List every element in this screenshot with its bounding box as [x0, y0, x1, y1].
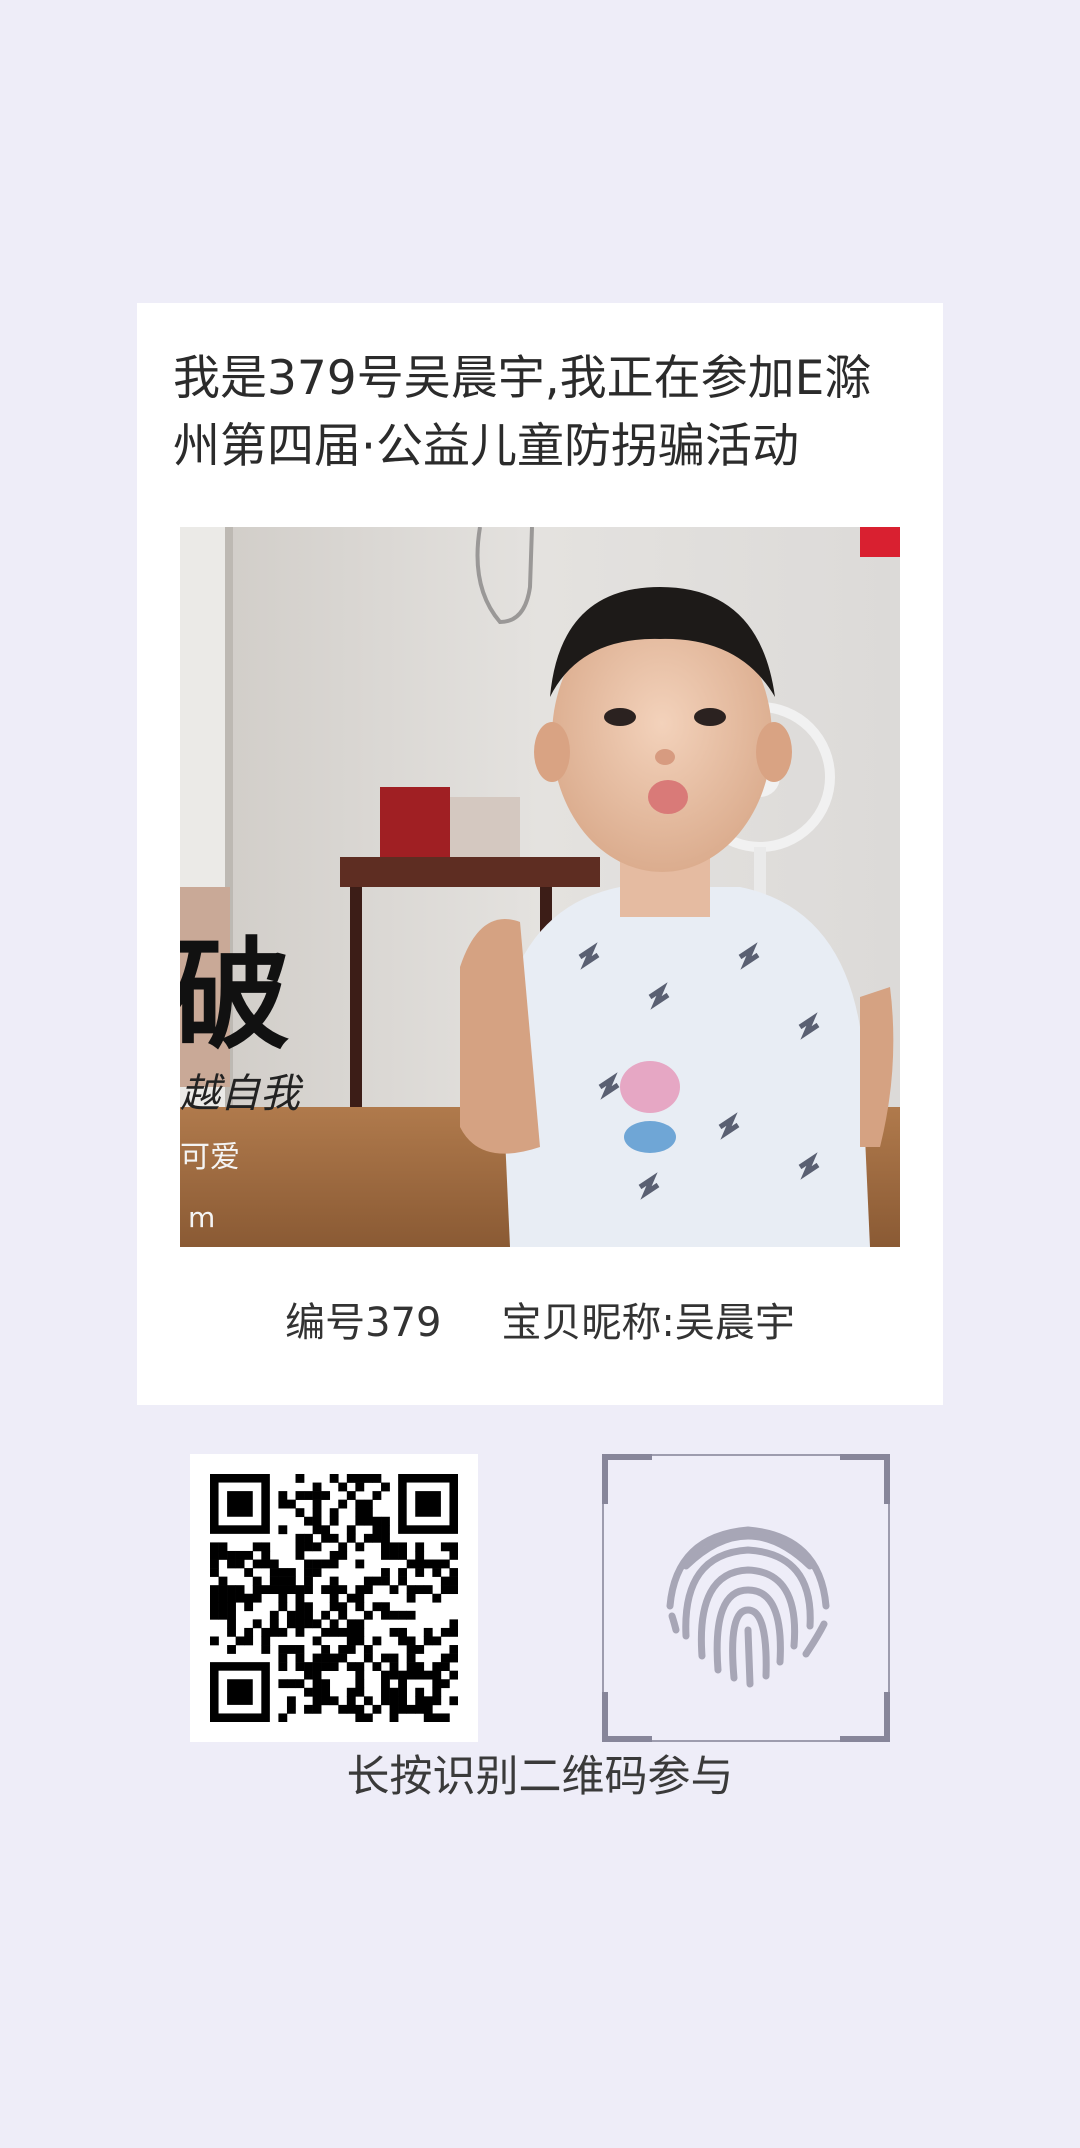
entry-card: 我是379号吴晨宇,我正在参加E滁州第四届·公益儿童防拐骗活动 破 越自我 可爱…: [137, 303, 943, 1405]
photo-overlay-text-2: 越自我: [180, 1071, 304, 1117]
qr-code[interactable]: [190, 1454, 478, 1742]
entry-number: 编号379: [285, 1300, 442, 1346]
child-photo: 破 越自我 可爱 m: [180, 527, 900, 1247]
photo-overlay-text-1: 破: [180, 925, 290, 1066]
photo-overlay-text-3: 可爱: [180, 1140, 240, 1175]
corner-bracket-icon: [840, 1692, 890, 1742]
scan-hint: 长按识别二维码参与: [346, 1752, 734, 1802]
photo-overlay-text-4: m: [188, 1201, 215, 1234]
fingerprint-icon: [666, 1526, 830, 1688]
nickname-label: 宝贝昵称:: [501, 1300, 675, 1346]
entry-title: 我是379号吴晨宇,我正在参加E滁州第四届·公益儿童防拐骗活动: [173, 351, 872, 474]
corner-bracket-icon: [602, 1454, 652, 1504]
qr-code-icon: [210, 1474, 458, 1722]
child-photo-image: 破 越自我 可爱 m: [180, 527, 900, 1247]
corner-bracket-icon: [840, 1454, 890, 1504]
fingerprint-scan-area[interactable]: [602, 1454, 890, 1742]
corner-bracket-icon: [602, 1692, 652, 1742]
entry-info: 编号379 宝贝昵称:吴晨宇: [137, 1293, 943, 1353]
nickname-value: 吴晨宇: [674, 1300, 795, 1346]
